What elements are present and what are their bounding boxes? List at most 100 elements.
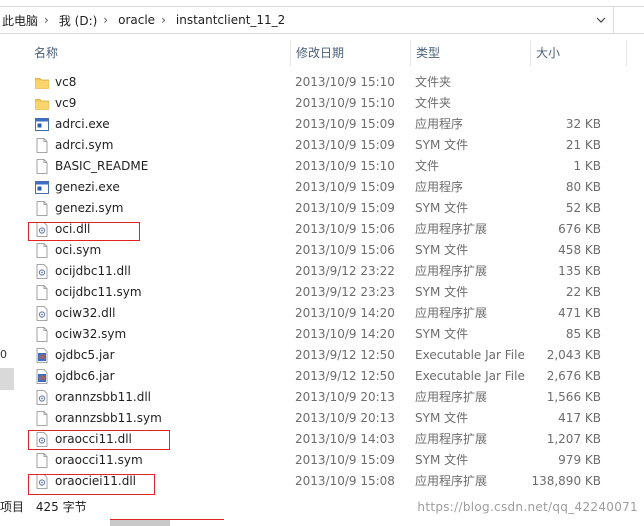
file-type: Executable Jar File: [415, 369, 525, 383]
file-date: 2013/9/12 23:23: [295, 285, 395, 299]
file-type: SYM 文件: [415, 453, 469, 467]
file-date: 2013/10/9 15:08: [295, 474, 395, 488]
refresh-area[interactable]: [614, 6, 644, 34]
breadcrumb-oracle[interactable]: oracle: [112, 13, 157, 27]
file-row[interactable]: oraocci11.sym 2013/10/9 15:09 SYM 文件 979 KB: [14, 450, 644, 471]
breadcrumb-this-pc[interactable]: 此电脑: [0, 12, 40, 29]
file-type: SYM 文件: [415, 327, 469, 341]
jar-icon: [35, 348, 49, 363]
file-size: 676 KB: [558, 222, 601, 236]
file-date: 2013/10/9 15:10: [295, 159, 395, 173]
file-type: 应用程序扩展: [415, 390, 488, 404]
file-date: 2013/10/9 14:20: [295, 327, 395, 341]
file-type: 应用程序扩展: [415, 474, 488, 488]
file-name: ocijdbc11.dll: [55, 264, 131, 278]
file-size: 22 KB: [565, 285, 601, 299]
navigation-pane[interactable]: [0, 40, 14, 500]
file-size: 1,566 KB: [546, 390, 601, 404]
file-row[interactable]: adrci.exe 2013/10/9 15:09 应用程序 32 KB: [14, 114, 644, 135]
file-row[interactable]: ociw32.dll 2013/10/9 14:20 应用程序扩展 471 KB: [14, 303, 644, 324]
file-size: 1 KB: [573, 159, 601, 173]
file-name: orannzsbb11.sym: [55, 411, 162, 425]
exe-icon: [35, 180, 49, 195]
file-row[interactable]: oci.sym 2013/10/9 15:06 SYM 文件 458 KB: [14, 240, 644, 261]
column-date-header[interactable]: 修改日期: [290, 40, 410, 66]
file-type: 应用程序扩展: [415, 432, 488, 446]
file-type: 应用程序扩展: [415, 264, 488, 278]
file-size: 135 KB: [558, 264, 601, 278]
file-icon: [35, 285, 49, 300]
column-divider[interactable]: [626, 40, 627, 66]
file-row[interactable]: vc8 2013/10/9 15:10 文件夹: [14, 72, 644, 93]
file-name: ocijdbc11.sym: [55, 285, 142, 299]
file-size: 458 KB: [558, 243, 601, 257]
file-name: oci.sym: [55, 243, 102, 257]
file-name: adrci.exe: [55, 117, 110, 131]
watermark: https://blog.csdn.net/qq_42240071: [417, 500, 638, 514]
file-name: vc9: [55, 96, 77, 110]
file-row[interactable]: adrci.sym 2013/10/9 15:09 SYM 文件 21 KB: [14, 135, 644, 156]
file-name: BASIC_README: [55, 159, 149, 173]
file-row[interactable]: orannzsbb11.sym 2013/10/9 20:13 SYM 文件 417 …: [14, 408, 644, 429]
file-row[interactable]: genezi.sym 2013/10/9 15:09 SYM 文件 52 KB: [14, 198, 644, 219]
file-icon: [35, 243, 49, 258]
file-date: 2013/10/9 14:03: [295, 432, 395, 446]
chevron-down-icon[interactable]: [593, 11, 609, 29]
column-name-header[interactable]: 名称: [28, 40, 290, 66]
file-name: genezi.exe: [55, 180, 120, 194]
file-date: 2013/9/12 12:50: [295, 369, 395, 383]
file-name: ociw32.dll: [55, 306, 116, 320]
file-size: 1,207 KB: [546, 432, 601, 446]
dll-icon: [35, 306, 49, 321]
nav-pane-selection[interactable]: [0, 368, 14, 390]
dll-icon: [35, 264, 49, 279]
file-type: 应用程序: [415, 180, 464, 194]
chevron-right-icon: ›: [44, 13, 49, 27]
file-type: 文件夹: [415, 75, 452, 89]
folder-icon: [35, 75, 49, 90]
column-header: 名称 修改日期 类型 大小: [14, 40, 644, 66]
breadcrumb-drive[interactable]: 我 (D:): [53, 12, 99, 29]
file-row[interactable]: ocijdbc11.sym 2013/9/12 23:23 SYM 文件 22 KB: [14, 282, 644, 303]
file-row[interactable]: ojdbc5.jar 2013/9/12 12:50 Executable Jar …: [14, 345, 644, 366]
file-icon: [35, 327, 49, 342]
highlight-box-oraocci11-dll: [28, 430, 170, 450]
file-name: ojdbc5.jar: [55, 348, 115, 362]
file-icon: [35, 159, 49, 174]
file-type: 文件: [415, 159, 440, 173]
file-date: 2013/9/12 23:22: [295, 264, 395, 278]
file-date: 2013/10/9 15:10: [295, 75, 395, 89]
address-bar[interactable]: 此电脑 › 我 (D:) › oracle › instantclient_11…: [0, 6, 614, 34]
file-type: SYM 文件: [415, 285, 469, 299]
file-date: 2013/10/9 15:10: [295, 96, 395, 110]
file-name: genezi.sym: [55, 201, 124, 215]
file-size: 138,890 KB: [531, 474, 601, 488]
file-row[interactable]: orannzsbb11.dll 2013/10/9 20:13 应用程序扩展 1,56…: [14, 387, 644, 408]
file-name: ojdbc6.jar: [55, 369, 115, 383]
file-type: SYM 文件: [415, 411, 469, 425]
file-icon: [35, 138, 49, 153]
file-size: 32 KB: [565, 117, 601, 131]
file-type: SYM 文件: [415, 201, 469, 215]
file-date: 2013/10/9 15:06: [295, 222, 395, 236]
column-type-header[interactable]: 类型: [410, 40, 530, 66]
file-size: 2,043 KB: [546, 348, 601, 362]
file-date: 2013/10/9 20:13: [295, 390, 395, 404]
file-name: ociw32.sym: [55, 327, 127, 341]
file-row[interactable]: ociw32.sym 2013/10/9 14:20 SYM 文件 85 KB: [14, 324, 644, 345]
file-row[interactable]: BASIC_README 2013/10/9 15:10 文件 1 KB: [14, 156, 644, 177]
chevron-right-icon: ›: [161, 13, 166, 27]
breadcrumb-instantclient[interactable]: instantclient_11_2: [170, 13, 287, 27]
status-size: 425 字节: [35, 500, 87, 514]
file-date: 2013/10/9 15:09: [295, 180, 395, 194]
file-row[interactable]: genezi.exe 2013/10/9 15:09 应用程序 80 KB: [14, 177, 644, 198]
column-size-header[interactable]: 大小: [530, 40, 626, 66]
file-size: 2,676 KB: [546, 369, 601, 383]
file-row[interactable]: ocijdbc11.dll 2013/9/12 23:22 应用程序扩展 135 KB: [14, 261, 644, 282]
file-date: 2013/10/9 15:09: [295, 138, 395, 152]
file-row[interactable]: vc9 2013/10/9 15:10 文件夹: [14, 93, 644, 114]
file-date: 2013/10/9 15:09: [295, 117, 395, 131]
file-row[interactable]: ojdbc6.jar 2013/9/12 12:50 Executable Jar …: [14, 366, 644, 387]
highlight-box-oraociei11-dll: [28, 474, 155, 495]
highlight-box-oci-dll: [28, 222, 140, 241]
